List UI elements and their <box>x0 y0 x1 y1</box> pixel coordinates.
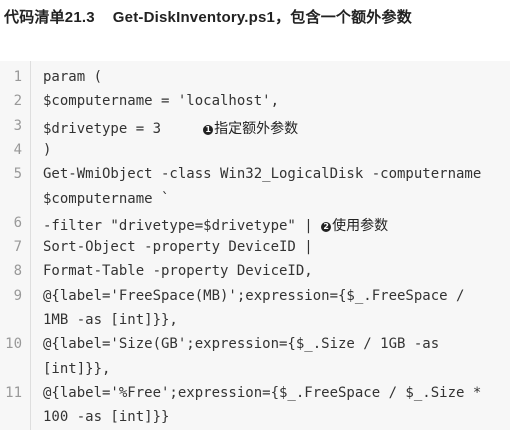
code-line: @{label='%Free';expression={$_.FreeSpace… <box>43 385 481 401</box>
listing-caption: 代码清单21.3 Get-DiskInventory.ps1，包含一个额外参数 <box>0 0 510 46</box>
code-line: $drivetype = 3 1 指定额外参数 <box>43 118 298 138</box>
code-line: 1MB -as [int]}}, <box>43 312 178 328</box>
line-number: 8 <box>13 263 22 280</box>
line-number: 9 <box>13 287 22 304</box>
code-line: -filter "drivetype=$drivetype" | 2 使用参数 <box>43 215 388 235</box>
code-text: [int]}}, <box>43 360 111 377</box>
code-line: @{label='FreeSpace(MB)';expression={$_.F… <box>43 288 464 304</box>
line-number: 2 <box>13 93 22 110</box>
callout-annotation: 使用参数 <box>332 217 389 234</box>
line-number: 10 <box>5 336 22 353</box>
code-text: $drivetype = 3 <box>43 120 204 137</box>
code-text: -filter "drivetype=$drivetype" | <box>43 217 322 234</box>
callout-annotation: 指定额外参数 <box>214 120 299 137</box>
line-number: 3 <box>13 117 22 134</box>
line-number: 7 <box>13 239 22 256</box>
code-line: Get-WmiObject -class Win32_LogicalDisk -… <box>43 166 481 182</box>
line-number: 11 <box>5 384 22 401</box>
code-line: Format-Table -property DeviceID, <box>43 263 313 279</box>
listing-label: 代码清单21.3 <box>4 9 95 26</box>
code-text: @{label='%Free';expression={$_.FreeSpace… <box>43 384 482 401</box>
code-line: param ( <box>43 69 102 85</box>
code-text: 1MB -as [int]}}, <box>43 312 178 328</box>
line-number: 1 <box>13 69 22 85</box>
code-line: 100 -as [int]}} <box>43 409 169 425</box>
listing-title: Get-DiskInventory.ps1，包含一个额外参数 <box>112 9 412 26</box>
code-text: $computername ` <box>43 190 170 207</box>
code-line: $computername ` <box>43 191 169 207</box>
code-line: [int]}}, <box>43 361 110 377</box>
line-number: 6 <box>13 214 22 231</box>
code-text: param ( <box>43 69 103 85</box>
code-text: $computername = 'localhost', <box>43 93 280 110</box>
code-line: @{label='Size(GB';expression={$_.Size / … <box>43 336 439 352</box>
code-text: @{label='Size(GB';expression={$_.Size / … <box>43 336 440 353</box>
callout-marker-icon: 2 <box>321 221 332 232</box>
code-text: 100 -as [int]}} <box>43 409 170 426</box>
line-number: 5 <box>13 166 22 183</box>
code-text: ) <box>43 141 52 158</box>
callout-marker-icon: 1 <box>203 124 214 135</box>
code-line: $computername = 'localhost', <box>43 93 279 109</box>
code-text: @{label='FreeSpace(MB)';expression={$_.F… <box>43 287 465 304</box>
line-number: 4 <box>13 141 22 158</box>
code-line: Sort-Object -property DeviceID | <box>43 239 313 255</box>
code-text: Get-WmiObject -class Win32_LogicalDisk -… <box>43 166 482 183</box>
code-block: 1 param ( 2 $computername = 'localhost', 3 $d… <box>0 61 510 430</box>
code-text: Format-Table -property DeviceID, <box>43 263 313 280</box>
code-line: ) <box>43 142 51 158</box>
code-text: Sort-Object -property DeviceID | <box>43 239 313 256</box>
